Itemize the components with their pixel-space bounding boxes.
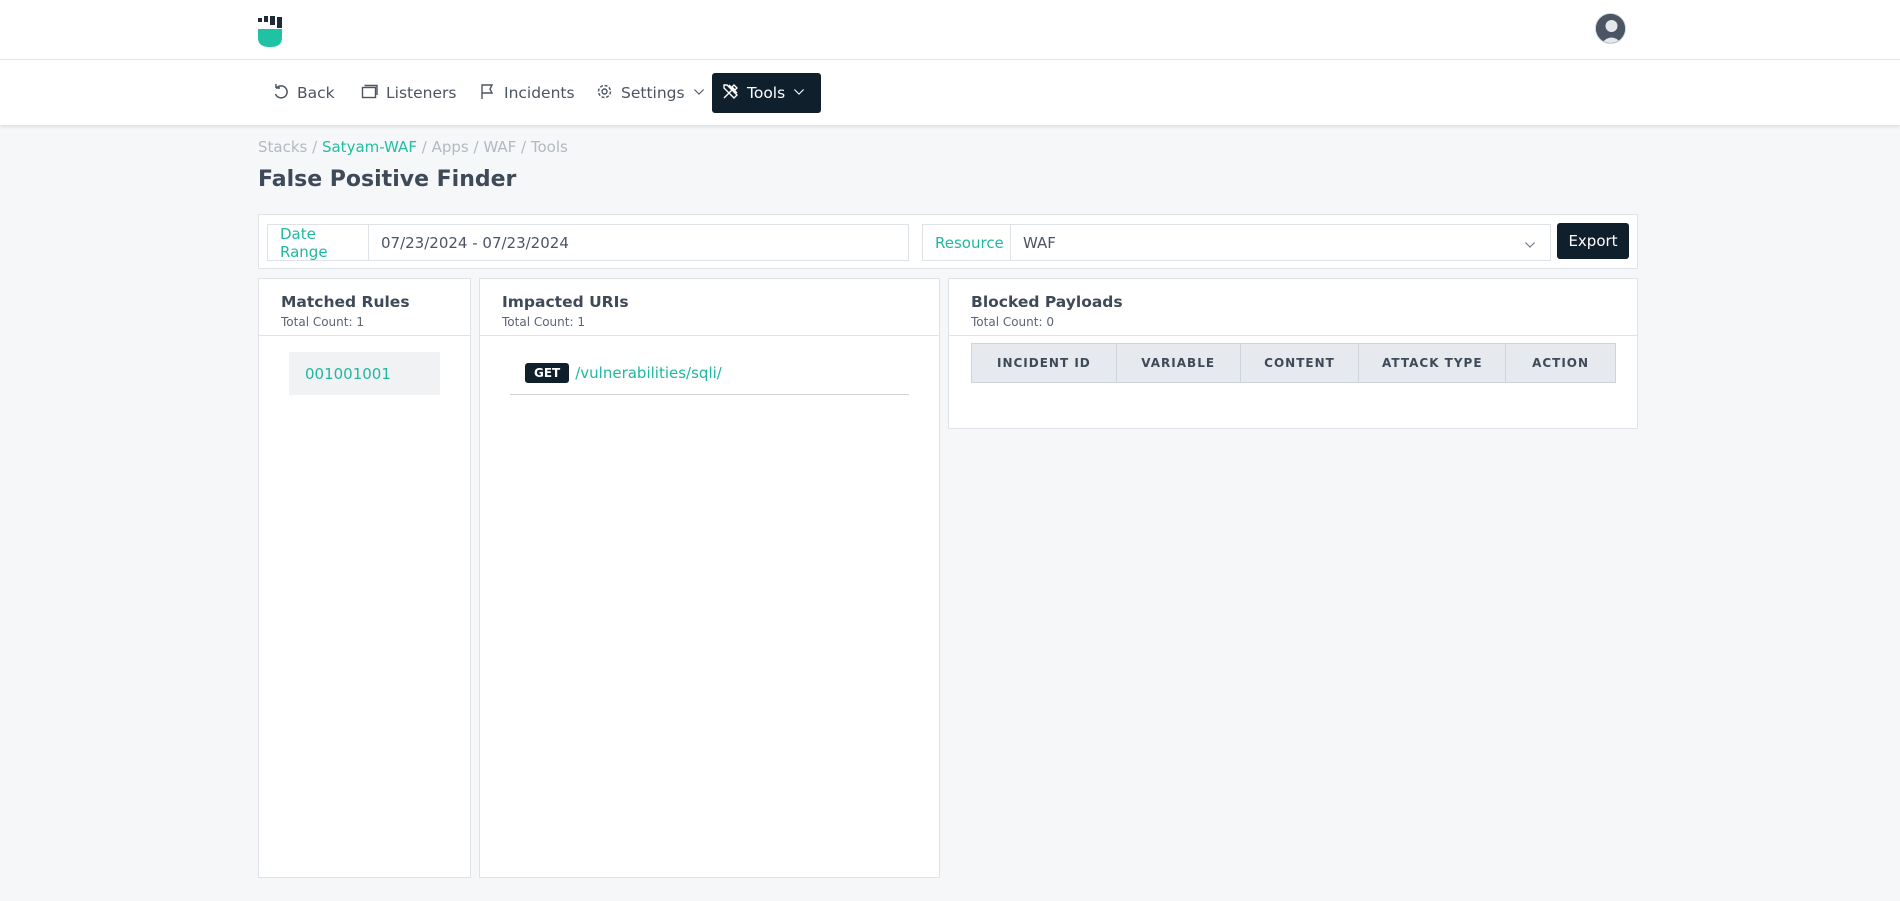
panel-header: Matched Rules Total Count: 1 [259, 279, 470, 336]
flag-icon [479, 83, 496, 104]
nav-listeners-label: Listeners [386, 84, 457, 102]
matched-rules-title: Matched Rules [281, 293, 410, 311]
matched-rules-panel: Matched Rules Total Count: 1 001001001 [258, 278, 471, 878]
nav-incidents[interactable]: Incidents [469, 73, 585, 113]
chevron-down-icon [793, 84, 805, 102]
user-avatar-icon[interactable] [1595, 13, 1626, 44]
blocked-payloads-count: Total Count: 0 [971, 315, 1054, 329]
breadcrumb: Stacks / Satyam-WAF / Apps / WAF / Tools [258, 138, 568, 156]
rule-item[interactable]: 001001001 [289, 352, 440, 395]
listeners-icon [361, 83, 378, 104]
nav-listeners[interactable]: Listeners [351, 73, 466, 113]
nav-tools[interactable]: Tools [712, 73, 821, 113]
uri-list-item[interactable]: GET /vulnerabilities/sqli/ [510, 352, 909, 395]
blocked-payloads-title: Blocked Payloads [971, 293, 1123, 311]
column-action[interactable]: ACTION [1505, 343, 1616, 383]
column-attack-type[interactable]: ATTACK TYPE [1358, 343, 1507, 383]
matched-rules-count: Total Count: 1 [281, 315, 364, 329]
column-variable[interactable]: VARIABLE [1115, 343, 1241, 383]
nav-incidents-label: Incidents [504, 84, 575, 102]
table-header-row: INCIDENT ID VARIABLE CONTENT ATTACK TYPE… [971, 343, 1616, 383]
filter-bar: Date Range 07/23/2024 - 07/23/2024 Resou… [258, 214, 1638, 269]
gear-icon [596, 83, 613, 104]
resource-selected-value: WAF [1023, 233, 1056, 252]
column-content[interactable]: CONTENT [1239, 343, 1360, 383]
breadcrumb-waf[interactable]: WAF [483, 138, 516, 156]
undo-icon [272, 83, 289, 104]
nav-back-label: Back [297, 84, 335, 102]
blocked-payloads-panel: Blocked Payloads Total Count: 0 INCIDENT… [948, 278, 1638, 429]
uri-link[interactable]: /vulnerabilities/sqli/ [575, 364, 722, 382]
date-range-input[interactable]: 07/23/2024 - 07/23/2024 [369, 224, 909, 261]
breadcrumb-stack-name[interactable]: Satyam-WAF [322, 138, 417, 156]
page-title: False Positive Finder [258, 167, 517, 192]
export-button[interactable]: Export [1557, 223, 1629, 259]
fist-logo-icon[interactable] [257, 16, 287, 48]
nav-settings-label: Settings [621, 84, 685, 102]
nav-bar: Back Listeners Incidents Settings Tools [0, 60, 1900, 125]
impacted-uris-title: Impacted URIs [502, 293, 629, 311]
breadcrumb-tools: Tools [530, 138, 568, 156]
breadcrumb-apps[interactable]: Apps [432, 138, 469, 156]
nav-back[interactable]: Back [262, 73, 345, 113]
payloads-table: INCIDENT ID VARIABLE CONTENT ATTACK TYPE… [971, 343, 1616, 383]
chevron-down-icon [693, 84, 705, 102]
top-bar [0, 0, 1900, 60]
resource-label: Resource [922, 224, 1011, 261]
http-method-badge: GET [525, 363, 570, 383]
column-incident-id[interactable]: INCIDENT ID [971, 343, 1117, 383]
nav-tools-label: Tools [747, 84, 786, 102]
date-range-label: Date Range [267, 224, 369, 261]
nav-settings[interactable]: Settings [586, 73, 715, 113]
resource-select[interactable]: WAF [1011, 224, 1551, 261]
panel-header: Impacted URIs Total Count: 1 [480, 279, 939, 336]
chevron-down-icon [1524, 237, 1536, 255]
impacted-uris-panel: Impacted URIs Total Count: 1 GET /vulner… [479, 278, 940, 878]
impacted-uris-count: Total Count: 1 [502, 315, 585, 329]
panel-header: Blocked Payloads Total Count: 0 [949, 279, 1637, 336]
breadcrumb-stacks[interactable]: Stacks [258, 138, 307, 156]
tools-icon [722, 83, 739, 104]
